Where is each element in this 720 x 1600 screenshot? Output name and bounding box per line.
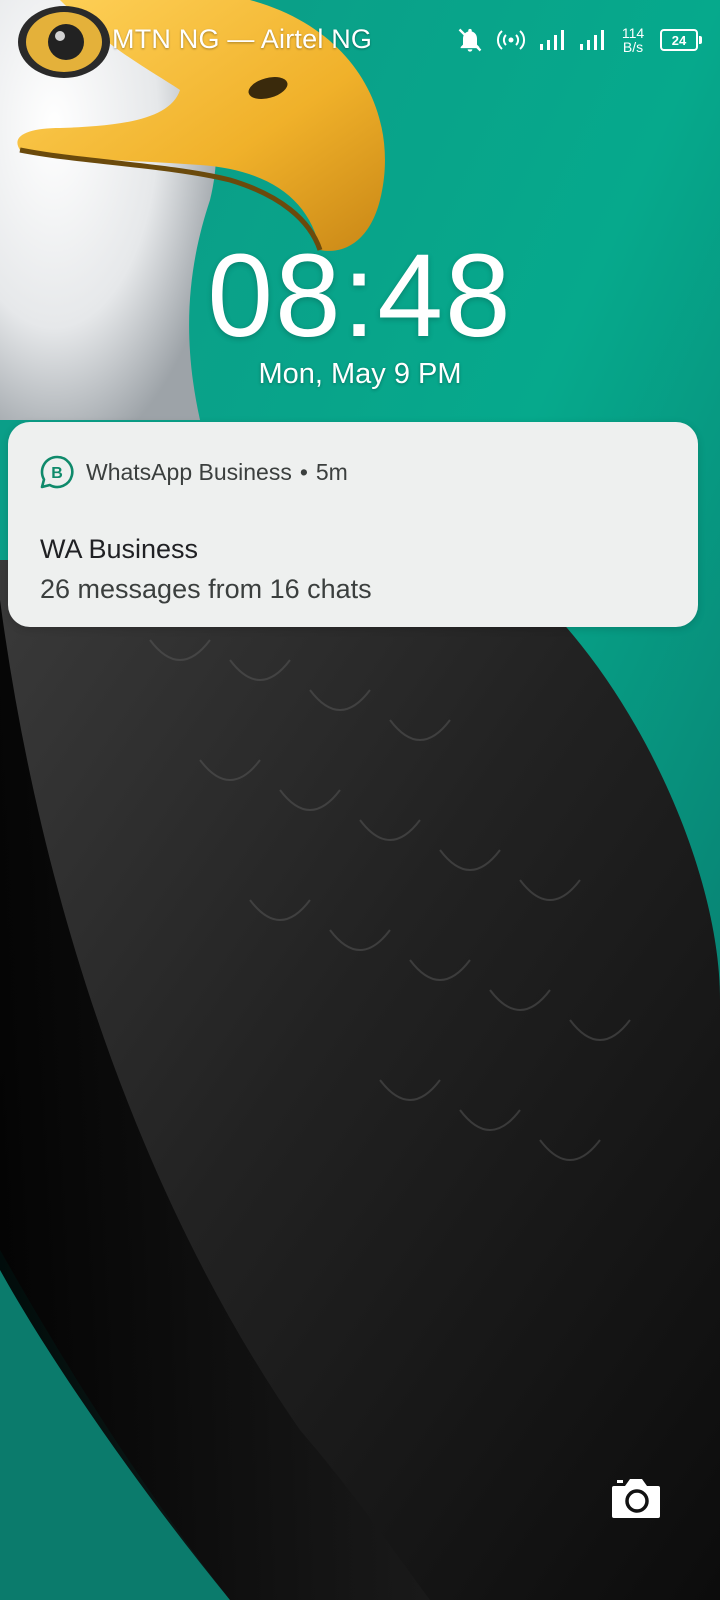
network-speed-unit: B/s — [622, 39, 644, 55]
notification-body: 26 messages from 16 chats — [40, 574, 372, 604]
notification-card[interactable]: B WhatsApp Business • 5m WA Business 26 … — [8, 422, 698, 627]
notification-title: WA Business — [40, 534, 199, 564]
battery-level: 24 — [671, 32, 687, 48]
signal-icon — [540, 30, 564, 50]
whatsapp-business-icon: B — [40, 455, 74, 489]
status-icons: 114 B/s 24 — [456, 22, 702, 58]
bell-off-icon — [458, 28, 482, 52]
carrier-label: MTN NG — Airtel NG — [112, 24, 373, 54]
network-speed: 114 B/s — [618, 26, 648, 54]
svg-text:B: B — [51, 465, 63, 482]
network-speed-value: 114 — [621, 25, 645, 41]
status-bar: MTN NG — Airtel NG 114 B/s 24 — [0, 0, 720, 80]
notification-app-name: WhatsApp Business — [86, 458, 292, 485]
signal-icon — [580, 30, 604, 50]
lockscreen-date: Mon, May 9 PM — [258, 358, 462, 390]
notification-separator: • — [299, 458, 308, 485]
lockscreen-clock: 08:48 — [207, 230, 513, 362]
hotspot-icon — [496, 30, 526, 50]
battery-icon: 24 — [660, 29, 702, 51]
notification-header: B WhatsApp Business • 5m — [40, 454, 348, 490]
notification-time: 5m — [315, 458, 348, 485]
camera-icon[interactable] — [610, 1474, 662, 1522]
